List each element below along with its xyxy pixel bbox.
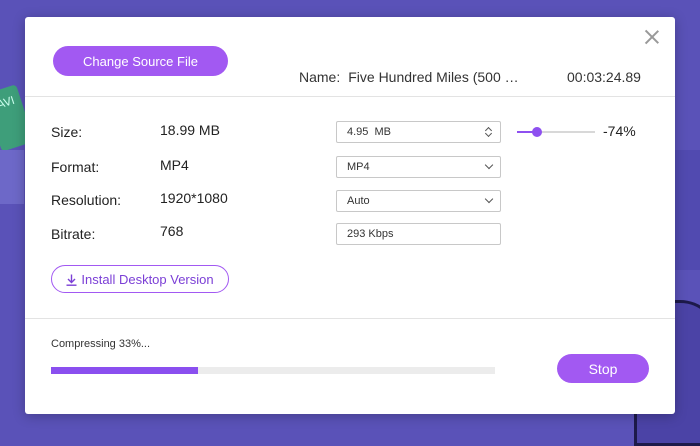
top-divider	[25, 96, 675, 97]
compress-dialog: Change Source File Name: Five Hundred Mil…	[25, 17, 675, 414]
output-size-stepper[interactable]: 4.95 MB	[336, 121, 501, 143]
format-label: Format:	[51, 159, 100, 175]
output-resolution-value: Auto	[347, 195, 370, 207]
format-value: MP4	[160, 157, 189, 173]
resolution-value: 1920*1080	[160, 190, 228, 206]
compression-status: Compressing 33%...	[51, 338, 151, 350]
progress-bar	[51, 367, 495, 374]
output-resolution-select[interactable]: Auto	[336, 190, 501, 212]
resolution-label: Resolution:	[51, 192, 122, 208]
duration-value: 00:03:24.89	[567, 69, 641, 85]
compression-slider-thumb[interactable]	[532, 127, 543, 137]
compression-slider[interactable]	[517, 127, 595, 137]
progress-bar-fill	[51, 367, 198, 374]
install-desktop-version-button[interactable]: Install Desktop Version	[51, 265, 229, 293]
file-name-value: Five Hundred Miles (500 …	[348, 69, 519, 85]
output-format-value: MP4	[347, 161, 370, 173]
bitrate-label: Bitrate:	[51, 226, 96, 242]
size-value: 18.99 MB	[160, 122, 220, 138]
compression-percent: -74%	[603, 123, 636, 139]
install-desktop-version-label: Install Desktop Version	[81, 271, 214, 287]
stepper-icon[interactable]	[485, 125, 493, 139]
output-size-value: 4.95 MB	[347, 126, 392, 138]
bottom-divider	[25, 318, 675, 319]
chevron-down-icon	[484, 160, 494, 170]
name-label: Name:	[299, 69, 341, 85]
background-decoration-text: AVI	[0, 93, 17, 112]
output-bitrate-field[interactable]: 293 Kbps	[336, 223, 501, 245]
close-icon[interactable]	[644, 29, 660, 45]
background-decoration	[0, 150, 24, 204]
output-format-select[interactable]: MP4	[336, 156, 501, 178]
output-bitrate-value: 293 Kbps	[347, 228, 394, 240]
stop-button[interactable]: Stop	[557, 354, 649, 383]
file-name-row: Name: Five Hundred Miles (500 …	[299, 69, 536, 85]
change-source-file-button[interactable]: Change Source File	[53, 46, 228, 76]
download-icon	[66, 274, 77, 286]
bitrate-value: 768	[160, 223, 184, 239]
chevron-down-icon	[484, 194, 494, 204]
background-decoration-right	[674, 150, 700, 270]
size-label: Size:	[51, 124, 83, 140]
